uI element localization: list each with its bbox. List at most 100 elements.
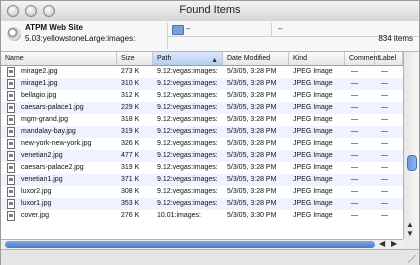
file-name: mgm-grand.jpg [21,116,69,123]
file-path: 10.01:images: [157,212,201,219]
file-path: 9.12:vegas:images: [157,176,218,183]
folder-icon [172,25,184,35]
file-kind: JPEG Image [293,104,333,111]
file-name: luxor2.jpg [21,188,52,195]
file-label: — [381,200,388,207]
table-row[interactable]: mirage2.jpg 273 K 9.12:vegas:images: 5/3… [1,66,403,78]
file-label: — [381,164,388,171]
file-path: 9.12:vegas:images: [157,80,218,87]
column-header-label[interactable]: Label [375,52,403,65]
scroll-down-icon[interactable]: ▼ [406,229,414,238]
file-path: 9.12:vegas:images: [157,152,218,159]
table-header: Name Size Path ▲ Date Modified Kind Comm… [1,52,403,66]
file-label: — [381,80,388,87]
file-label: — [381,104,388,111]
file-comment: — [351,128,358,135]
file-path: 9.12:vegas:images: [157,140,218,147]
file-comment: — [351,80,358,87]
file-name: caesars-palace1.jpg [21,104,84,111]
file-date-modified: 5/3/05, 3:28 PM [227,116,277,123]
table-row[interactable]: cover.jpg 276 K 10.01:images: 5/3/05, 3:… [1,210,403,222]
window-bottom-bar [1,249,419,265]
jpeg-document-icon [7,199,15,209]
file-date-modified: 5/3/05, 3:28 PM [227,68,277,75]
column-header-name[interactable]: Name [1,52,117,65]
file-size: 276 K [121,212,140,219]
file-date-modified: 5/3/05, 3:28 PM [227,188,277,195]
horizontal-scrollbar[interactable]: ◀ ▶ [1,239,403,249]
file-size: 310 K [121,80,140,87]
item-count: 834 items [378,34,413,43]
file-date-modified: 5/3/05, 3:28 PM [227,200,277,207]
file-name: venetian2.jpg [21,152,63,159]
file-path: 9.12:vegas:images: [157,68,218,75]
vertical-scroll-thumb[interactable] [407,155,417,171]
file-comment: — [351,92,358,99]
file-date-modified: 5/3/05, 3:28 PM [227,164,277,171]
file-path: 9.12:vegas:images: [157,104,218,111]
table-row[interactable]: mirage1.jpg 310 K 9.12:vegas:images: 5/3… [1,78,403,90]
file-kind: JPEG Image [293,188,333,195]
scroll-right-icon[interactable]: ▶ [391,239,397,248]
file-size: 229 K [121,104,140,111]
location-info-bar: ATPM Web Site 5.03:yellowstoneLarge:imag… [1,21,419,52]
file-size: 477 K [121,152,140,159]
jpeg-document-icon [7,79,15,89]
file-label: — [381,188,388,195]
table-row[interactable]: luxor1.jpg 353 K 9.12:vegas:images: 5/3/… [1,198,403,210]
file-label: — [381,128,388,135]
column-header-kind[interactable]: Kind [289,52,345,65]
table-row[interactable]: mandalay-bay.jpg 319 K 9.12:vegas:images… [1,126,403,138]
table-row[interactable]: venetian2.jpg 477 K 9.12:vegas:images: 5… [1,150,403,162]
jpeg-document-icon [7,103,15,113]
file-kind: JPEG Image [293,128,333,135]
jpeg-document-icon [7,163,15,173]
disk-icon [7,27,21,41]
file-kind: JPEG Image [293,80,333,87]
file-name: cover.jpg [21,212,50,219]
table-row[interactable]: mgm-grand.jpg 318 K 9.12:vegas:images: 5… [1,114,403,126]
file-name: mandalay-bay.jpg [21,128,76,135]
file-size: 312 K [121,92,140,99]
jpeg-document-icon [7,139,15,149]
file-name: mirage1.jpg [21,80,58,87]
column-header-date-modified[interactable]: Date Modified [223,52,289,65]
results-table[interactable]: Name Size Path ▲ Date Modified Kind Comm… [1,52,403,239]
file-date-modified: 5/3/05, 3:30 PM [227,212,277,219]
column-header-path[interactable]: Path ▲ [153,52,223,65]
column-header-size[interactable]: Size [117,52,153,65]
horizontal-scroll-thumb[interactable] [5,241,375,248]
table-row[interactable]: luxor2.jpg 308 K 9.12:vegas:images: 5/3/… [1,186,403,198]
file-label: — [381,176,388,183]
file-comment: — [351,164,358,171]
file-date-modified: 5/3/05, 3:28 PM [227,128,277,135]
file-path: 9.12:vegas:images: [157,200,218,207]
jpeg-document-icon [7,175,15,185]
table-row[interactable]: new-york-new-york.jpg 326 K 9.12:vegas:i… [1,138,403,150]
scroll-up-icon[interactable]: ▲ [406,220,414,229]
file-label: — [381,212,388,219]
resize-grip-icon[interactable] [408,255,416,263]
table-row[interactable]: caesars-palace1.jpg 229 K 9.12:vegas:ima… [1,102,403,114]
file-comment: — [351,140,358,147]
file-comment: — [351,212,358,219]
column-header-comment[interactable]: Comment [345,52,379,65]
file-label: — [381,152,388,159]
file-kind: JPEG Image [293,152,333,159]
scroll-left-icon[interactable]: ◀ [379,239,385,248]
table-row[interactable]: caesars-palace2.jpg 319 K 9.12:vegas:ima… [1,162,403,174]
file-comment: — [351,188,358,195]
jpeg-document-icon [7,151,15,161]
file-name: venetian1.jpg [21,176,63,183]
vertical-scrollbar[interactable]: ▲ ▼ [403,52,419,239]
file-path: 9.12:vegas:images: [157,128,218,135]
file-size: 319 K [121,164,140,171]
table-row[interactable]: bellagio.jpg 312 K 9.12:vegas:images: 5/… [1,90,403,102]
file-comment: — [351,104,358,111]
file-label: — [381,68,388,75]
file-label: — [381,116,388,123]
table-row[interactable]: venetian1.jpg 371 K 9.12:vegas:images: 5… [1,174,403,186]
file-size: 273 K [121,68,140,75]
file-date-modified: 5/3/05, 3:28 PM [227,104,277,111]
jpeg-document-icon [7,67,15,77]
